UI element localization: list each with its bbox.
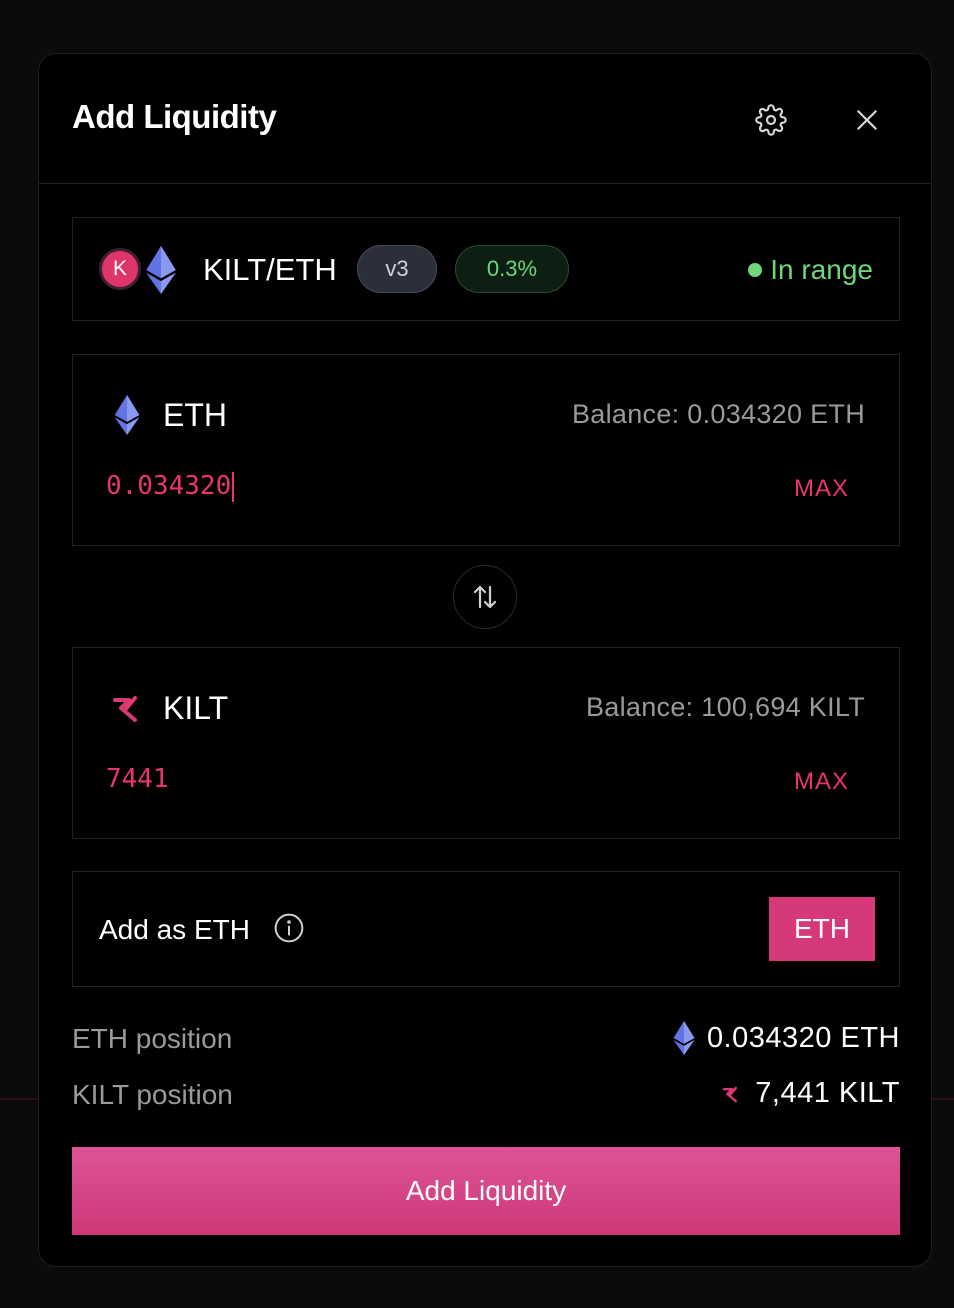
kilt-position-value: 7,441 KILT: [719, 1077, 900, 1110]
info-icon[interactable]: [273, 912, 305, 944]
swap-direction-button[interactable]: [453, 565, 517, 629]
kilt-position-amount: 7,441 KILT: [755, 1077, 900, 1109]
range-status-label: In range: [770, 254, 873, 285]
modal-title: Add Liquidity: [72, 98, 277, 135]
eth-icon: [114, 395, 140, 435]
pair-icons: K: [99, 246, 179, 294]
text-caret: [232, 471, 235, 502]
eth-toggle-button[interactable]: ETH: [769, 897, 875, 961]
eth-icon: [673, 1021, 695, 1055]
kilt-position-row: KILT position 7,441 KILT: [72, 1075, 900, 1115]
swap-arrows-icon: [473, 585, 497, 609]
pair-name: KILT/ETH: [203, 252, 337, 287]
eth-position-amount: 0.034320 ETH: [706, 1021, 900, 1054]
gear-icon: [755, 104, 787, 136]
eth-position-value: 0.034320 ETH: [673, 1021, 900, 1055]
background-nav: [0, 0, 954, 40]
kilt-amount-input[interactable]: 7441: [106, 764, 169, 794]
fee-badge: 0.3%: [455, 245, 569, 293]
eth-position-row: ETH position 0.034320 ETH: [72, 1019, 900, 1059]
kilt-icon: [722, 1086, 738, 1102]
eth-icon: [146, 246, 176, 294]
kilt-token-name: KILT: [163, 690, 229, 726]
close-icon: [857, 110, 877, 130]
kilt-coin-icon: K: [99, 248, 141, 290]
eth-position-label: ETH position: [72, 1023, 233, 1054]
add-as-card: Add as ETH ETH: [72, 871, 900, 987]
version-badge: v3: [357, 245, 437, 293]
add-liquidity-button[interactable]: Add Liquidity: [72, 1147, 900, 1235]
kilt-balance: Balance: 100,694 KILT: [586, 692, 865, 722]
add-liquidity-modal: Add Liquidity K KILT/ETH v3 0.3% In rang…: [38, 53, 932, 1267]
pool-info-card: K KILT/ETH v3 0.3% In range: [72, 217, 900, 321]
range-status: In range: [748, 254, 873, 286]
modal-header: Add Liquidity: [39, 54, 931, 184]
close-button[interactable]: [849, 102, 885, 138]
kilt-input-card: KILT Balance: 100,694 KILT 7441 MAX: [72, 647, 900, 839]
eth-token-name: ETH: [163, 397, 227, 433]
settings-button[interactable]: [753, 102, 789, 138]
kilt-icon: [113, 696, 137, 722]
kilt-max-button[interactable]: MAX: [794, 768, 849, 796]
add-as-label: Add as ETH: [99, 914, 250, 945]
eth-max-button[interactable]: MAX: [794, 475, 849, 503]
eth-amount-value: 0.034320: [106, 471, 232, 501]
eth-input-card: ETH Balance: 0.034320 ETH 0.034320 MAX: [72, 354, 900, 546]
kilt-position-label: KILT position: [72, 1079, 233, 1110]
eth-amount-input[interactable]: 0.034320: [106, 471, 235, 502]
eth-balance: Balance: 0.034320 ETH: [572, 399, 865, 429]
status-dot-icon: [748, 263, 763, 277]
